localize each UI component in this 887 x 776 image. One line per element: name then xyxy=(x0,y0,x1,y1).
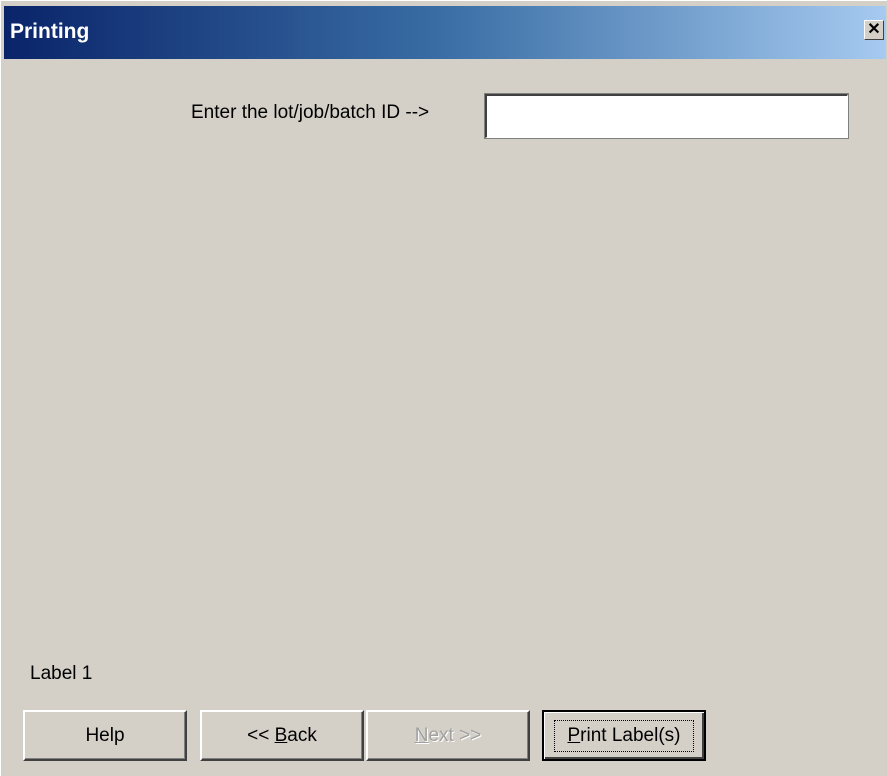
print-labels-button-label: Print Label(s) xyxy=(554,719,694,752)
help-button[interactable]: Help xyxy=(23,710,187,761)
back-button[interactable]: << Back xyxy=(200,710,364,761)
label-counter: Label 1 xyxy=(30,663,93,684)
close-icon: ✕ xyxy=(867,21,881,38)
title-bar[interactable]: Printing ✕ xyxy=(4,6,886,59)
printing-dialog: Printing ✕ Enter the lot/job/batch ID --… xyxy=(0,0,887,776)
lot-id-prompt-label: Enter the lot/job/batch ID --> xyxy=(191,102,430,123)
next-button[interactable]: Next >> xyxy=(366,710,530,761)
back-button-label: << Back xyxy=(247,724,317,746)
help-button-label: Help xyxy=(85,724,125,746)
lot-id-input[interactable] xyxy=(484,93,849,139)
print-labels-button[interactable]: Print Label(s) xyxy=(542,710,706,761)
next-button-label: Next >> xyxy=(414,724,482,746)
window-title: Printing xyxy=(10,19,90,43)
close-button[interactable]: ✕ xyxy=(864,20,884,40)
